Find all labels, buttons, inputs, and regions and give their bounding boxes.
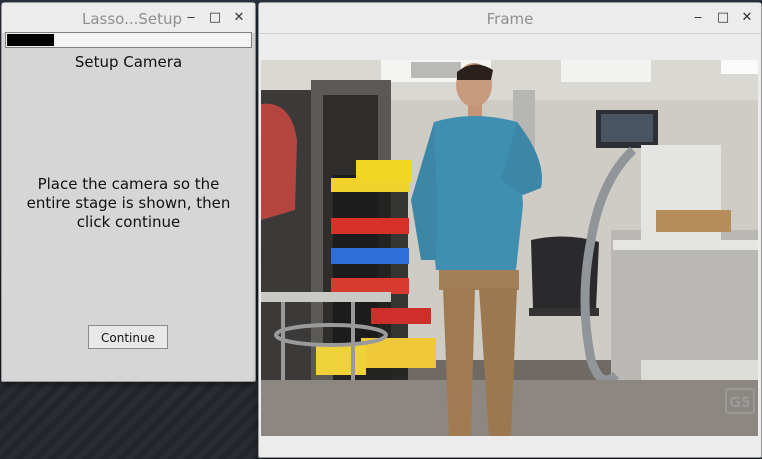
close-icon[interactable]: ✕: [230, 9, 248, 27]
camera-feed: G5: [261, 60, 758, 436]
equipment-label: G5: [725, 388, 755, 414]
maximize-icon[interactable]: □: [714, 9, 732, 27]
setup-window: Lasso...Setup ‒ □ ✕ Setup Camera Place t…: [1, 2, 256, 382]
minimize-icon[interactable]: ‒: [182, 9, 200, 27]
desktop-wallpaper-detail: [0, 380, 262, 459]
close-icon[interactable]: ✕: [738, 9, 756, 27]
maximize-icon[interactable]: □: [206, 9, 224, 27]
setup-instructions: Place the camera so the entire stage is …: [26, 175, 231, 231]
setup-window-title: Lasso...Setup: [82, 10, 183, 28]
minimize-icon[interactable]: ‒: [689, 9, 707, 27]
frame-titlebar[interactable]: Frame ‒ □ ✕: [259, 3, 761, 34]
frame-window: Frame ‒ □ ✕ G5: [258, 2, 762, 458]
setup-heading: Setup Camera: [74, 53, 183, 71]
setup-progress-fill: [7, 34, 54, 46]
setup-titlebar[interactable]: Lasso...Setup ‒ □ ✕: [2, 3, 255, 34]
setup-progress-bar: [5, 32, 252, 48]
camera-feed-image: [261, 60, 758, 436]
frame-window-title: Frame: [486, 10, 534, 28]
continue-button[interactable]: Continue: [88, 325, 168, 349]
